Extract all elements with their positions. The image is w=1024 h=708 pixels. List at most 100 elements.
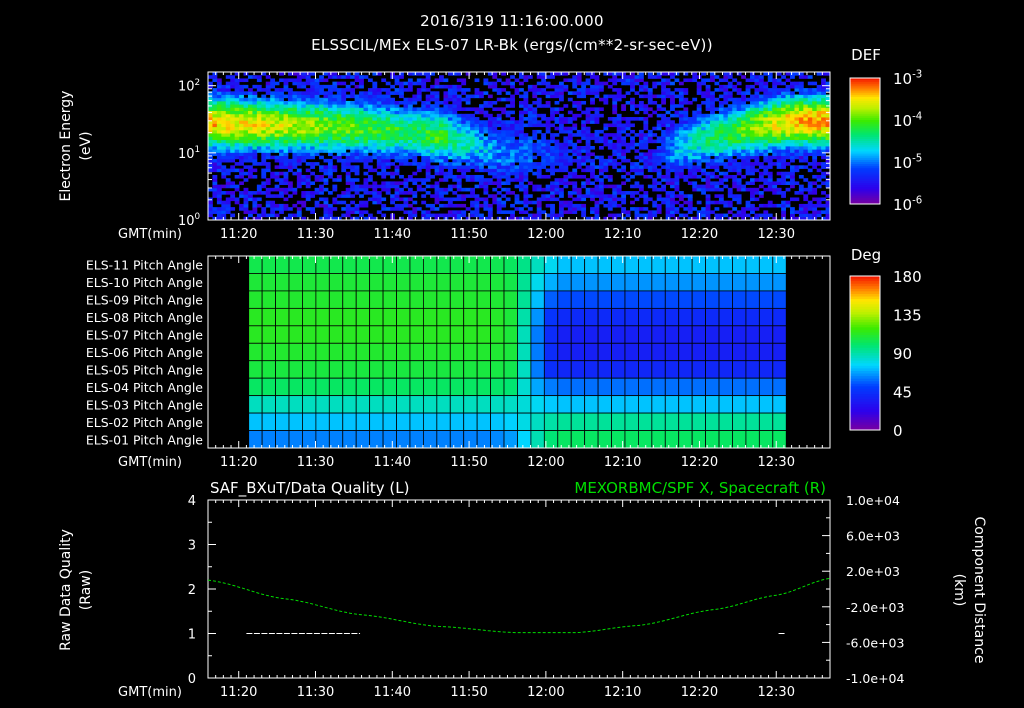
spectrogram-cell <box>563 174 569 179</box>
spectrogram-cell <box>403 178 409 182</box>
spectrogram-cell <box>816 88 822 92</box>
spectrogram-cell <box>287 110 293 115</box>
pitch-angle-cell <box>476 325 491 344</box>
spectrogram-cell <box>550 210 555 214</box>
spectrogram-cell <box>261 168 267 173</box>
spectrogram-cell <box>670 142 675 147</box>
spectrogram-cell <box>407 139 413 144</box>
spectrogram-cell <box>447 107 453 112</box>
spectrogram-cell <box>532 149 538 153</box>
pitch-angle-cell <box>315 412 330 431</box>
spectrogram-cell <box>390 117 395 121</box>
spectrogram-cell <box>483 184 489 189</box>
spectrogram-cell <box>563 152 569 157</box>
spectrogram-cell <box>519 104 524 108</box>
spectrogram-cell <box>558 146 564 150</box>
spectrogram-cell <box>483 203 489 208</box>
spectrogram-cell <box>381 187 387 192</box>
spectrogram-cell <box>461 136 467 140</box>
spectrogram-cell <box>696 129 702 134</box>
spectrogram-cell <box>230 133 236 137</box>
spectrogram-cell <box>754 187 760 192</box>
spectrogram-cell <box>265 100 271 105</box>
spectrogram-cell <box>727 174 733 179</box>
pitch-angle-cell <box>288 360 303 379</box>
spectrogram-cell <box>678 168 684 173</box>
spectrogram-cell <box>474 152 480 157</box>
spectrogram-cell <box>430 158 435 163</box>
spectrogram-cell <box>612 152 618 157</box>
spectrogram-cell <box>323 213 329 218</box>
spectrogram-cell <box>270 97 276 102</box>
spectrogram-cell <box>750 126 755 131</box>
spectrogram-cell <box>505 133 511 137</box>
pitch-angle-cell <box>678 273 693 292</box>
spectrogram-cell <box>674 94 680 99</box>
spectrogram-cell <box>723 142 729 147</box>
spectrogram-cell <box>585 142 591 147</box>
spectrogram-cell <box>821 191 826 195</box>
spectrogram-cell <box>674 158 680 163</box>
spectrogram-cell <box>514 178 520 182</box>
spectrogram-cell <box>443 84 449 89</box>
spectrogram-cell <box>550 191 555 195</box>
spectrogram-cell <box>523 139 529 144</box>
spectrogram-cell <box>665 91 671 95</box>
spectrogram-cell <box>305 178 311 182</box>
spectrogram-cell <box>576 81 582 86</box>
spectrogram-cell <box>403 158 409 163</box>
spectrogram-cell <box>594 133 600 137</box>
spectrogram-cell <box>359 100 364 105</box>
spectrogram-cell <box>638 142 644 147</box>
spectrogram-cell <box>701 126 706 131</box>
spectrogram-cell <box>621 158 627 163</box>
spectrogram-cell <box>261 113 267 118</box>
spectrogram-cell <box>536 100 542 105</box>
spectrogram-cell <box>247 174 253 179</box>
spectrogram-cell <box>572 171 578 176</box>
spectrogram-cell <box>345 187 351 192</box>
pitch-angle-cell <box>302 377 317 397</box>
spectrogram-cell <box>372 117 378 121</box>
spectrogram-cell <box>616 72 622 76</box>
spectrogram-cell <box>461 117 467 121</box>
spectrogram-cell <box>798 187 804 192</box>
spectrogram-cell <box>754 207 760 211</box>
spectrogram-cell <box>581 194 587 198</box>
spectrogram-cell <box>652 184 658 189</box>
spectrogram-cell <box>327 113 333 118</box>
spectrogram-cell <box>536 129 542 134</box>
spectrogram-cell <box>212 168 218 173</box>
pitch-angle-cell <box>449 377 465 397</box>
pitch-angle-cell <box>302 307 317 327</box>
spectrogram-cell <box>807 129 813 134</box>
spectrogram-cell <box>327 117 333 121</box>
spectrogram-cell <box>461 158 467 163</box>
spectrogram-cell <box>674 171 680 176</box>
spectrogram-cell <box>496 168 502 173</box>
pitch-angle-cell <box>517 273 532 292</box>
spectrogram-cell <box>407 149 413 153</box>
spectrogram-cell <box>785 113 791 118</box>
spectrogram-cell <box>661 155 667 160</box>
spectrogram-cell <box>274 100 280 105</box>
spectrogram-cell <box>692 139 698 144</box>
spectrogram-cell <box>323 91 329 95</box>
spectrogram-cell <box>376 158 382 163</box>
spectrogram-cell <box>390 149 395 153</box>
spectrogram-cell <box>425 158 431 163</box>
spectrogram-cell <box>345 178 351 182</box>
spectrogram-cell <box>470 149 475 153</box>
spectrogram-cell <box>234 81 240 86</box>
spectrogram-cell <box>287 117 293 121</box>
spectrogram-cell <box>350 126 356 131</box>
spectrogram-cell <box>425 203 431 208</box>
spectrogram-cell <box>732 149 738 153</box>
spectrogram-cell <box>230 181 236 186</box>
spectrogram-cell <box>479 181 484 186</box>
spectrogram-cell <box>594 110 600 115</box>
spectrogram-cell <box>327 207 333 211</box>
spectrogram-cell <box>670 158 675 163</box>
spectrogram-cell <box>656 107 662 112</box>
spectrogram-cell <box>376 165 382 169</box>
